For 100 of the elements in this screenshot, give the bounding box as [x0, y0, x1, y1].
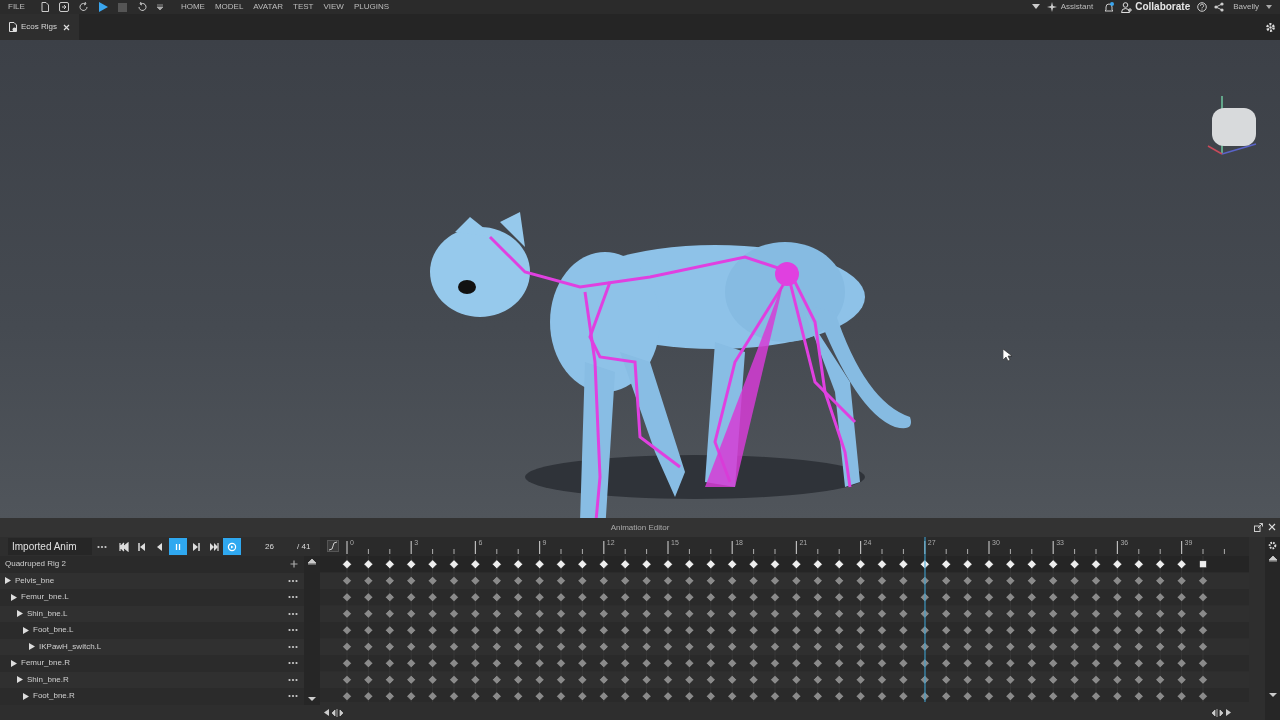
3d-viewport[interactable] — [0, 40, 1280, 518]
keyframe-icon[interactable] — [577, 559, 588, 570]
more-icon[interactable] — [288, 661, 298, 666]
keyframe-icon[interactable] — [492, 559, 502, 570]
keyframe-icon[interactable] — [1199, 560, 1207, 569]
sparkle-icon[interactable] — [1046, 2, 1057, 12]
keyframe-icon[interactable] — [449, 559, 459, 570]
keyframe-icon[interactable] — [855, 559, 866, 570]
scrollbar[interactable] — [304, 556, 320, 705]
bell-icon[interactable] — [1104, 1, 1115, 13]
keyframe-icon[interactable] — [1112, 559, 1123, 570]
expand-arrow-icon[interactable] — [29, 643, 35, 651]
animation-name-field[interactable]: Imported Anim — [8, 538, 92, 555]
keyframe-icon[interactable] — [684, 559, 695, 570]
zoom-handle-icon[interactable] — [332, 708, 343, 717]
playhead[interactable] — [923, 537, 926, 702]
current-frame-field[interactable]: 26 — [265, 540, 293, 553]
menu-tab[interactable]: HOME — [180, 3, 205, 11]
keyframe-icon[interactable] — [834, 559, 844, 570]
keyframe-icon[interactable] — [427, 559, 438, 570]
keyframe-icon[interactable] — [513, 559, 523, 570]
add-icon[interactable] — [290, 560, 298, 569]
keyframe-icon[interactable] — [941, 559, 951, 570]
caret-icon[interactable] — [1266, 4, 1272, 10]
assistant-button[interactable]: Assistant — [1046, 2, 1094, 12]
close-icon[interactable] — [1268, 523, 1276, 532]
curve-editor-button[interactable] — [327, 540, 339, 552]
keyframe-icon[interactable] — [1069, 559, 1080, 570]
keyframe-icon[interactable] — [363, 559, 374, 570]
more-icon[interactable] — [288, 628, 298, 633]
more-icon[interactable] — [288, 644, 298, 649]
keyframe-icon[interactable] — [1155, 559, 1165, 570]
collaborate-button[interactable]: Collaborate — [1121, 1, 1191, 13]
keyframe-icon[interactable] — [920, 559, 930, 570]
settings-icon[interactable] — [1268, 541, 1277, 550]
new-file-icon[interactable] — [40, 2, 49, 12]
keyframe-icon[interactable] — [1134, 559, 1144, 570]
more-icon[interactable] — [288, 694, 298, 699]
scroll-up-icon[interactable] — [308, 559, 316, 565]
dropdown-icon[interactable] — [156, 4, 163, 10]
undock-icon[interactable] — [1254, 523, 1263, 532]
keyframe-icon[interactable] — [663, 559, 673, 570]
zoom-handle-icon[interactable] — [1212, 708, 1223, 717]
keyframe-icon[interactable] — [791, 559, 802, 570]
keyframe-icon[interactable] — [641, 559, 652, 570]
keyframe-icon[interactable] — [470, 559, 481, 570]
keyframe-icon[interactable] — [706, 559, 716, 570]
share-icon[interactable] — [1214, 2, 1225, 12]
menu-tab[interactable]: VIEW — [323, 3, 344, 11]
redo-icon[interactable] — [78, 2, 89, 12]
caret-icon[interactable] — [1031, 4, 1040, 10]
panel-title: Animation Editor — [610, 521, 670, 534]
scroll-left-icon[interactable] — [324, 709, 329, 716]
close-icon[interactable] — [63, 23, 70, 31]
keyframe-icon[interactable] — [877, 559, 887, 570]
keyframe-icon[interactable] — [813, 559, 823, 570]
keyframe-icon[interactable] — [1176, 559, 1187, 570]
undo-icon[interactable] — [136, 2, 147, 12]
document-tab[interactable]: Ecos Rigs — [0, 14, 79, 40]
user-menu[interactable]: Bavelly — [1233, 3, 1259, 11]
keyframe-icon[interactable] — [1091, 559, 1101, 570]
more-icon[interactable] — [288, 578, 298, 583]
keyframe-icon[interactable] — [1027, 559, 1037, 570]
keyframe-icon[interactable] — [620, 559, 630, 570]
more-icon[interactable] — [288, 611, 298, 616]
scroll-down-icon[interactable] — [308, 697, 316, 702]
tab-label: Ecos Rigs — [21, 21, 57, 33]
more-icon[interactable] — [97, 544, 107, 549]
scrollbar[interactable] — [1265, 537, 1280, 720]
more-icon[interactable] — [288, 595, 298, 600]
menu-tab[interactable]: FILE — [8, 3, 25, 11]
keyframe-icon[interactable] — [962, 559, 973, 570]
keyframe-icon[interactable] — [984, 559, 994, 570]
import-icon[interactable] — [58, 2, 69, 12]
keyframe-icon[interactable] — [599, 559, 609, 570]
help-icon[interactable] — [1197, 2, 1208, 12]
person-add-icon[interactable] — [1121, 1, 1133, 13]
keyframe-icon[interactable] — [1048, 559, 1058, 570]
menu-tab[interactable]: PLUGINS — [353, 3, 390, 11]
more-icon[interactable] — [288, 677, 298, 682]
keyframe-icon[interactable] — [748, 559, 759, 570]
menu-tab[interactable]: TEST — [293, 3, 314, 11]
scroll-up-icon[interactable] — [1268, 556, 1277, 562]
settings-icon[interactable] — [1265, 21, 1276, 33]
scroll-down-icon[interactable] — [1268, 693, 1277, 698]
keyframe-icon[interactable] — [898, 559, 909, 570]
expand-arrow-icon[interactable] — [11, 659, 17, 667]
keyframe-icon[interactable] — [534, 559, 545, 570]
scroll-right-icon[interactable] — [1226, 709, 1231, 716]
keyframe-icon[interactable] — [770, 559, 780, 570]
keyframe-icon[interactable] — [385, 559, 395, 570]
rig-name: Quadruped Rig 2 — [5, 558, 66, 571]
menu-tab[interactable]: MODEL — [214, 3, 244, 11]
keyframe-icon[interactable] — [342, 559, 352, 570]
keyframe-icon[interactable] — [556, 559, 566, 570]
keyframe-icon[interactable] — [406, 559, 416, 570]
keyframe-icon[interactable] — [1005, 559, 1016, 570]
keyframe-icon[interactable] — [727, 559, 737, 570]
menu-tab[interactable]: AVATAR — [253, 3, 283, 11]
play-icon[interactable] — [98, 2, 108, 12]
